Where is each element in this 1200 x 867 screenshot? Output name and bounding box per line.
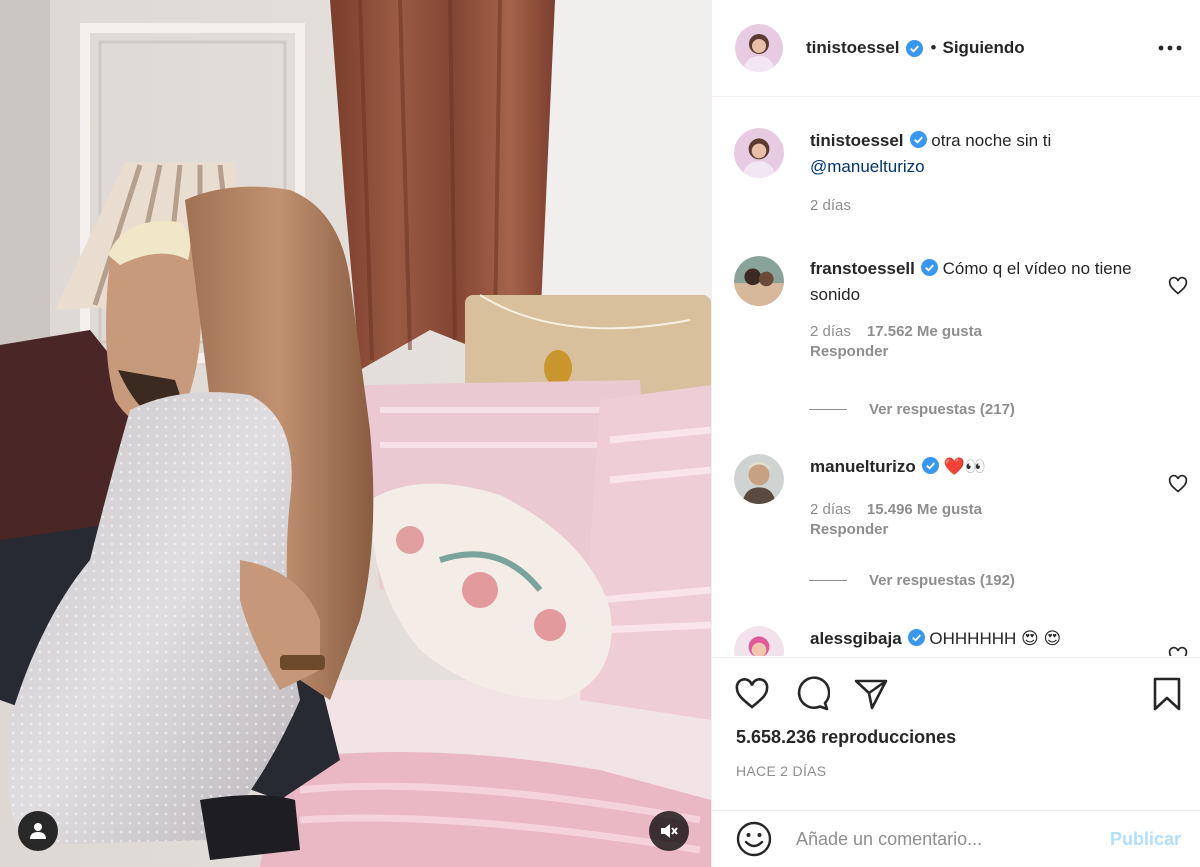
share-icon[interactable] — [853, 676, 889, 712]
comment-input[interactable] — [796, 828, 1086, 850]
separator-dot: • — [930, 38, 937, 57]
post-comment-button[interactable]: Publicar — [1110, 829, 1181, 850]
heart-icon[interactable] — [1168, 646, 1188, 656]
view-count[interactable]: 5.658.236 reproducciones — [736, 727, 956, 748]
post-video[interactable] — [0, 0, 711, 867]
avatar[interactable] — [734, 128, 784, 178]
post-header: tinistoessel • Siguiendo — [712, 0, 1200, 97]
post-author-username[interactable]: tinistoessel — [806, 38, 900, 58]
more-horizontal-icon — [1158, 45, 1182, 51]
post-timestamp[interactable]: HACE 2 DÍAS — [736, 763, 826, 779]
comment-username[interactable]: franstoessell — [810, 259, 915, 278]
mute-toggle-button[interactable] — [649, 811, 689, 851]
comment-username[interactable]: alessgibaja — [810, 629, 902, 648]
comment-username[interactable]: manuelturizo — [810, 457, 916, 476]
comment-likes[interactable]: 17.562 Me gusta — [867, 323, 982, 340]
caption-time[interactable]: 2 días — [810, 197, 851, 214]
heart-icon[interactable] — [734, 676, 770, 712]
view-replies-button[interactable]: Ver respuestas (192) — [809, 572, 1015, 589]
speaker-muted-icon — [661, 824, 678, 838]
verified-badge-icon — [921, 457, 939, 474]
heart-icon[interactable] — [1168, 474, 1188, 494]
divider — [809, 580, 847, 581]
verified-badge-icon — [905, 39, 923, 57]
caption-text: otra noche sin ti — [931, 131, 1052, 150]
post-details-panel: tinistoessel • Siguiendo tinistoessel ot… — [711, 0, 1200, 867]
divider — [809, 409, 847, 410]
following-button[interactable]: Siguiendo — [943, 38, 1025, 58]
add-comment-bar: Publicar — [712, 810, 1200, 867]
comment-time[interactable]: 2 días — [810, 501, 851, 518]
caption-username[interactable]: tinistoessel — [810, 131, 904, 150]
post-actions: 5.658.236 reproducciones HACE 2 DÍAS — [712, 657, 1200, 810]
more-options-button[interactable] — [1156, 34, 1184, 62]
view-replies-button[interactable]: Ver respuestas (217) — [809, 401, 1015, 418]
comment-text: ❤️👀 — [943, 457, 986, 476]
tagged-people-button[interactable] — [18, 811, 58, 851]
avatar[interactable] — [734, 454, 784, 504]
avatar[interactable] — [734, 256, 784, 306]
verified-badge-icon — [920, 259, 938, 276]
reply-button[interactable]: Responder — [810, 520, 1140, 540]
reply-button[interactable]: Responder — [810, 342, 1140, 362]
emoji-icon[interactable] — [736, 821, 772, 857]
avatar[interactable] — [734, 626, 784, 656]
comments-list[interactable]: tinistoessel otra noche sin ti @manueltu… — [712, 98, 1200, 656]
verified-badge-icon — [907, 629, 925, 646]
video-frame — [0, 0, 711, 867]
avatar[interactable] — [735, 24, 783, 72]
verified-badge-icon — [909, 131, 927, 148]
view-replies-label: Ver respuestas (217) — [869, 401, 1015, 418]
comment-text: OHHHHHH 😍 😍 — [929, 629, 1062, 648]
comment-icon[interactable] — [794, 676, 830, 712]
bookmark-icon[interactable] — [1149, 676, 1185, 712]
comment-likes[interactable]: 15.496 Me gusta — [867, 501, 982, 518]
heart-icon[interactable] — [1168, 276, 1188, 296]
comment-time[interactable]: 2 días — [810, 323, 851, 340]
view-replies-label: Ver respuestas (192) — [869, 572, 1015, 589]
mention-link[interactable]: @manuelturizo — [810, 157, 925, 176]
user-icon — [30, 823, 46, 839]
